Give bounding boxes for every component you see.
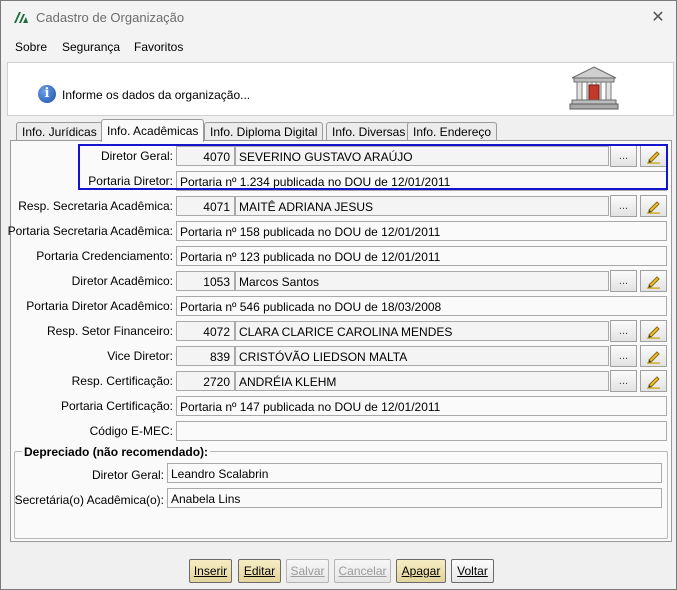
resp-setor-financeiro-code[interactable]: 4072 (176, 321, 235, 341)
portaria-secretaria-field[interactable]: Portaria nº 158 publicada no DOU de 12/0… (176, 221, 667, 241)
info-icon: i (38, 85, 56, 103)
pencil-icon (647, 201, 660, 214)
label-resp-secretaria: Resp. Secretaria Acadêmica: (18, 199, 173, 213)
label-diretor-academico: Diretor Acadêmico: (71, 274, 173, 288)
menu-seguranca[interactable]: Segurança (62, 40, 120, 54)
label-codigo-emec: Código E-MEC: (89, 424, 173, 438)
portaria-certificacao-field[interactable]: Portaria nº 147 publicada no DOU de 12/0… (176, 396, 667, 416)
diretor-geral-code[interactable]: 4070 (176, 146, 235, 166)
portaria-diretor-field[interactable]: Portaria nº 1.234 publicada no DOU de 12… (176, 171, 667, 191)
editar-button[interactable]: Editar (238, 559, 281, 583)
label-diretor-geral: Diretor Geral: (100, 149, 173, 163)
diretor-academico-lookup-button[interactable]: ... (610, 270, 637, 292)
header-message: Informe os dados da organização... (62, 88, 251, 102)
tab-info-academicas[interactable]: Info. Acadêmicas (101, 119, 205, 142)
portaria-diretor-academico-field[interactable]: Portaria nº 546 publicada no DOU de 18/0… (176, 296, 667, 316)
resp-certificacao-edit-button[interactable] (640, 370, 667, 392)
salvar-button[interactable]: Salvar (286, 559, 329, 583)
inserir-button[interactable]: Inserir (189, 559, 232, 583)
label-deprecated-diretor-geral: Diretor Geral: (91, 468, 164, 482)
label-portaria-secretaria: Portaria Secretaria Acadêmica: (7, 224, 173, 238)
vice-diretor-lookup-button[interactable]: ... (610, 345, 637, 367)
pencil-icon (647, 151, 660, 164)
resp-secretaria-edit-button[interactable] (640, 195, 667, 217)
vice-diretor-code[interactable]: 839 (176, 346, 235, 366)
label-portaria-diretor: Portaria Diretor: (88, 174, 173, 188)
vice-diretor-name[interactable]: CRISTÓVÃO LIEDSON MALTA (235, 346, 609, 366)
resp-secretaria-code[interactable]: 4071 (176, 196, 235, 216)
label-resp-setor-financeiro: Resp. Setor Financeiro: (46, 324, 173, 338)
resp-certificacao-lookup-button[interactable]: ... (610, 370, 637, 392)
label-resp-certificacao: Resp. Certificação: (71, 374, 173, 388)
tab-info-endereco[interactable]: Info. Endereço (407, 122, 498, 141)
diretor-geral-name[interactable]: SEVERINO GUSTAVO ARAÚJO (235, 146, 609, 166)
header-panel: i Informe os dados da organização... (7, 62, 674, 116)
portaria-credenciamento-field[interactable]: Portaria nº 123 publicada no DOU de 12/0… (176, 246, 667, 266)
resp-setor-financeiro-name[interactable]: CLARA CLARICE CAROLINA MENDES (235, 321, 609, 341)
pencil-icon (647, 326, 660, 339)
menu-bar: Sobre Segurança Favoritos (1, 33, 676, 61)
resp-setor-financeiro-lookup-button[interactable]: ... (610, 320, 637, 342)
resp-setor-financeiro-edit-button[interactable] (640, 320, 667, 342)
diretor-academico-code[interactable]: 1053 (176, 271, 235, 291)
close-icon[interactable]: ✕ (644, 5, 672, 29)
apagar-button[interactable]: Apagar (396, 559, 446, 583)
codigo-emec-field[interactable] (176, 421, 667, 441)
pencil-icon (647, 276, 660, 289)
resp-certificacao-code[interactable]: 2720 (176, 371, 235, 391)
tab-info-diversas[interactable]: Info. Diversas (326, 122, 412, 141)
label-deprecated-secretaria: Secretária(o) Acadêmica(o): (14, 493, 164, 507)
resp-secretaria-lookup-button[interactable]: ... (610, 195, 637, 217)
title-bar: Cadastro de Organização ✕ (1, 1, 676, 33)
resp-secretaria-name[interactable]: MAITÊ ADRIANA JESUS (235, 196, 609, 216)
tab-info-diploma-digital[interactable]: Info. Diploma Digital (204, 122, 324, 141)
label-vice-diretor: Vice Diretor: (107, 349, 173, 363)
pencil-icon (647, 376, 660, 389)
cancelar-button[interactable]: Cancelar (334, 559, 391, 583)
deprecated-group-title: Depreciado (não recomendado): (22, 445, 211, 459)
resp-certificacao-name[interactable]: ANDRÉIA KLEHM (235, 371, 609, 391)
diretor-geral-edit-button[interactable] (640, 145, 667, 167)
window-title: Cadastro de Organização (36, 10, 185, 25)
diretor-academico-name[interactable]: Marcos Santos (235, 271, 609, 291)
deprecated-secretaria-field[interactable]: Anabela Lins (167, 488, 662, 508)
voltar-button[interactable]: Voltar (451, 559, 494, 583)
label-portaria-credenciamento: Portaria Credenciamento: (36, 249, 173, 263)
pencil-icon (647, 351, 660, 364)
label-portaria-diretor-academico: Portaria Diretor Acadêmico: (26, 299, 173, 313)
vice-diretor-edit-button[interactable] (640, 345, 667, 367)
app-logo-icon (14, 12, 28, 23)
bank-building-icon (569, 66, 619, 110)
tab-info-juridicas[interactable]: Info. Jurídicas (16, 122, 103, 141)
menu-sobre[interactable]: Sobre (15, 40, 47, 54)
menu-favoritos[interactable]: Favoritos (134, 40, 183, 54)
diretor-geral-lookup-button[interactable]: ... (610, 145, 637, 167)
diretor-academico-edit-button[interactable] (640, 270, 667, 292)
window: Cadastro de Organização ✕ Sobre Seguranç… (0, 0, 677, 590)
label-portaria-certificacao: Portaria Certificação: (60, 399, 173, 413)
deprecated-diretor-geral-field[interactable]: Leandro Scalabrin (167, 463, 662, 483)
